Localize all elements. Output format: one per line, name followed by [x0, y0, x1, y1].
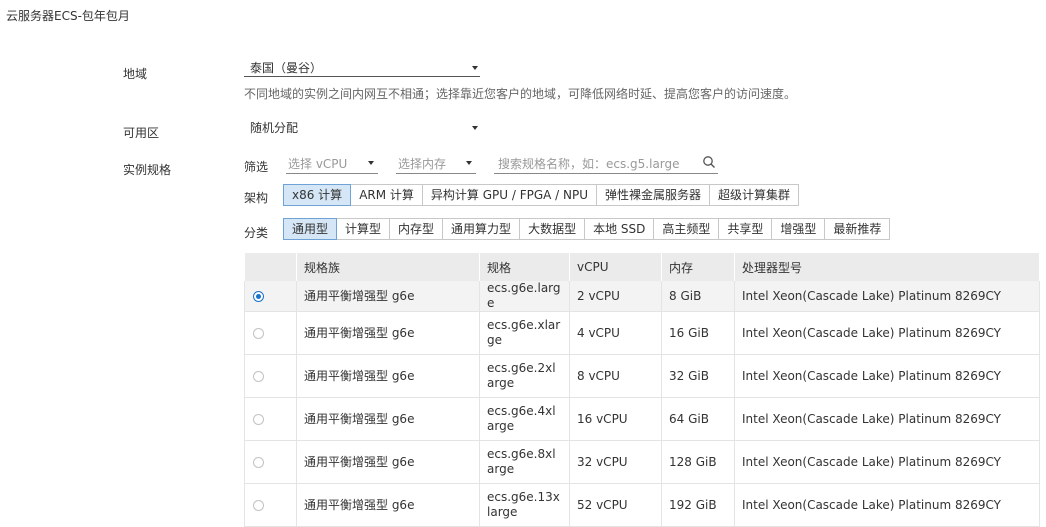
cell-memory: 128 GiB — [661, 440, 735, 484]
cell-spec: ecs.g6e.xlarge — [479, 311, 570, 355]
col-header-spec: 规格 — [479, 253, 570, 281]
chevron-down-icon — [466, 161, 472, 165]
search-icon[interactable] — [702, 155, 716, 169]
memory-placeholder: 选择内存 — [398, 157, 447, 171]
col-header-memory: 内存 — [661, 253, 735, 281]
table-header-row: 规格族 规格 vCPU 内存 处理器型号 — [244, 253, 1040, 281]
vcpu-placeholder: 选择 vCPU — [288, 157, 348, 171]
arch-tabs: x86 计算 ARM 计算 异构计算 GPU / FPGA / NPU 弹性裸金… — [283, 184, 800, 206]
category-tab-local-ssd[interactable]: 本地 SSD — [584, 218, 655, 240]
cell-memory: 8 GiB — [661, 281, 735, 312]
cell-memory: 64 GiB — [661, 397, 735, 441]
cell-vcpu: 4 vCPU — [569, 311, 662, 355]
chevron-down-icon — [472, 66, 478, 70]
category-tab-shared[interactable]: 共享型 — [718, 218, 773, 240]
cell-spec: ecs.g6e.large — [479, 281, 570, 312]
memory-select[interactable]: 选择内存 — [396, 153, 476, 174]
zone-value: 随机分配 — [250, 121, 299, 135]
region-label: 地域 — [123, 67, 148, 81]
page-title: 云服务器ECS-包年包月 — [6, 9, 130, 23]
arch-label: 架构 — [244, 191, 269, 205]
cell-spec: ecs.g6e.13xlarge — [479, 483, 570, 527]
region-value: 泰国（曼谷） — [250, 61, 323, 75]
category-tab-general-compute[interactable]: 通用算力型 — [442, 218, 521, 240]
filter-label: 筛选 — [244, 160, 269, 174]
cell-vcpu: 52 vCPU — [569, 483, 662, 527]
cell-vcpu: 2 vCPU — [569, 281, 662, 312]
category-tab-general[interactable]: 通用型 — [283, 218, 338, 240]
cell-vcpu: 32 vCPU — [569, 440, 662, 484]
zone-select[interactable]: 随机分配 — [244, 116, 480, 137]
col-header-processor: 处理器型号 — [734, 253, 1040, 281]
cell-family: 通用平衡增强型 g6e — [296, 354, 480, 398]
col-header-select — [244, 253, 297, 281]
category-tab-high-frequency[interactable]: 高主频型 — [653, 218, 720, 240]
category-tab-memory[interactable]: 内存型 — [389, 218, 444, 240]
region-hint: 不同地域的实例之间内网互不相通；选择靠近您客户的地域，可降低网络时延、提高您客户… — [244, 87, 797, 101]
cell-family: 通用平衡增强型 g6e — [296, 483, 480, 527]
table-row[interactable]: 通用平衡增强型 g6e ecs.g6e.large 2 vCPU 8 GiB I… — [244, 281, 1040, 312]
cell-vcpu: 16 vCPU — [569, 397, 662, 441]
arch-tab-super-computing[interactable]: 超级计算集群 — [709, 184, 800, 206]
category-tab-big-data[interactable]: 大数据型 — [519, 218, 586, 240]
table-row[interactable]: 通用平衡增强型 g6e ecs.g6e.2xlarge 8 vCPU 32 Gi… — [244, 354, 1040, 398]
category-label: 分类 — [244, 226, 269, 240]
vcpu-select[interactable]: 选择 vCPU — [286, 153, 378, 174]
col-header-vcpu: vCPU — [569, 253, 662, 281]
cell-processor: Intel Xeon(Cascade Lake) Platinum 8269CY — [734, 354, 1040, 398]
row-radio[interactable] — [253, 290, 264, 302]
table-row[interactable]: 通用平衡增强型 g6e ecs.g6e.4xlarge 16 vCPU 64 G… — [244, 397, 1040, 441]
spec-search-input[interactable]: 搜索规格名称，如：ecs.g5.large — [494, 153, 718, 174]
row-radio[interactable] — [253, 499, 264, 511]
cell-spec: ecs.g6e.2xlarge — [479, 354, 570, 398]
row-radio[interactable] — [253, 456, 264, 468]
cell-family: 通用平衡增强型 g6e — [296, 397, 480, 441]
cell-family: 通用平衡增强型 g6e — [296, 440, 480, 484]
cell-vcpu: 8 vCPU — [569, 354, 662, 398]
cell-processor: Intel Xeon(Cascade Lake) Platinum 8269CY — [734, 483, 1040, 527]
category-tab-compute[interactable]: 计算型 — [336, 218, 391, 240]
table-row[interactable]: 通用平衡增强型 g6e ecs.g6e.8xlarge 32 vCPU 128 … — [244, 440, 1040, 484]
table-row[interactable]: 通用平衡增强型 g6e ecs.g6e.xlarge 4 vCPU 16 GiB… — [244, 311, 1040, 355]
cell-processor: Intel Xeon(Cascade Lake) Platinum 8269CY — [734, 440, 1040, 484]
cell-memory: 16 GiB — [661, 311, 735, 355]
table-row[interactable]: 通用平衡增强型 g6e ecs.g6e.13xlarge 52 vCPU 192… — [244, 483, 1040, 527]
row-radio[interactable] — [253, 370, 264, 382]
cell-processor: Intel Xeon(Cascade Lake) Platinum 8269CY — [734, 311, 1040, 355]
row-radio[interactable] — [253, 413, 264, 425]
cell-processor: Intel Xeon(Cascade Lake) Platinum 8269CY — [734, 281, 1040, 312]
chevron-down-icon — [368, 161, 374, 165]
category-tab-enhanced[interactable]: 增强型 — [771, 218, 826, 240]
row-radio[interactable] — [253, 327, 264, 339]
cell-family: 通用平衡增强型 g6e — [296, 281, 480, 312]
category-tab-recommended[interactable]: 最新推荐 — [824, 218, 891, 240]
cell-processor: Intel Xeon(Cascade Lake) Platinum 8269CY — [734, 397, 1040, 441]
col-header-family: 规格族 — [296, 253, 480, 281]
instance-spec-table: 规格族 规格 vCPU 内存 处理器型号 通用平衡增强型 g6e ecs.g6e… — [244, 253, 1040, 527]
cell-memory: 32 GiB — [661, 354, 735, 398]
search-placeholder: 搜索规格名称，如：ecs.g5.large — [498, 157, 680, 171]
arch-tab-x86[interactable]: x86 计算 — [283, 184, 352, 206]
cell-family: 通用平衡增强型 g6e — [296, 311, 480, 355]
cell-spec: ecs.g6e.4xlarge — [479, 397, 570, 441]
region-select[interactable]: 泰国（曼谷） — [244, 56, 480, 77]
cell-memory: 192 GiB — [661, 483, 735, 527]
category-tabs: 通用型 计算型 内存型 通用算力型 大数据型 本地 SSD 高主频型 共享型 增… — [283, 218, 891, 240]
cell-spec: ecs.g6e.8xlarge — [479, 440, 570, 484]
arch-tab-heterogeneous[interactable]: 异构计算 GPU / FPGA / NPU — [421, 184, 598, 206]
zone-label: 可用区 — [123, 126, 160, 140]
chevron-down-icon — [472, 126, 478, 130]
arch-tab-arm[interactable]: ARM 计算 — [350, 184, 423, 206]
instance-label: 实例规格 — [123, 163, 172, 177]
arch-tab-bare-metal[interactable]: 弹性裸金属服务器 — [596, 184, 711, 206]
